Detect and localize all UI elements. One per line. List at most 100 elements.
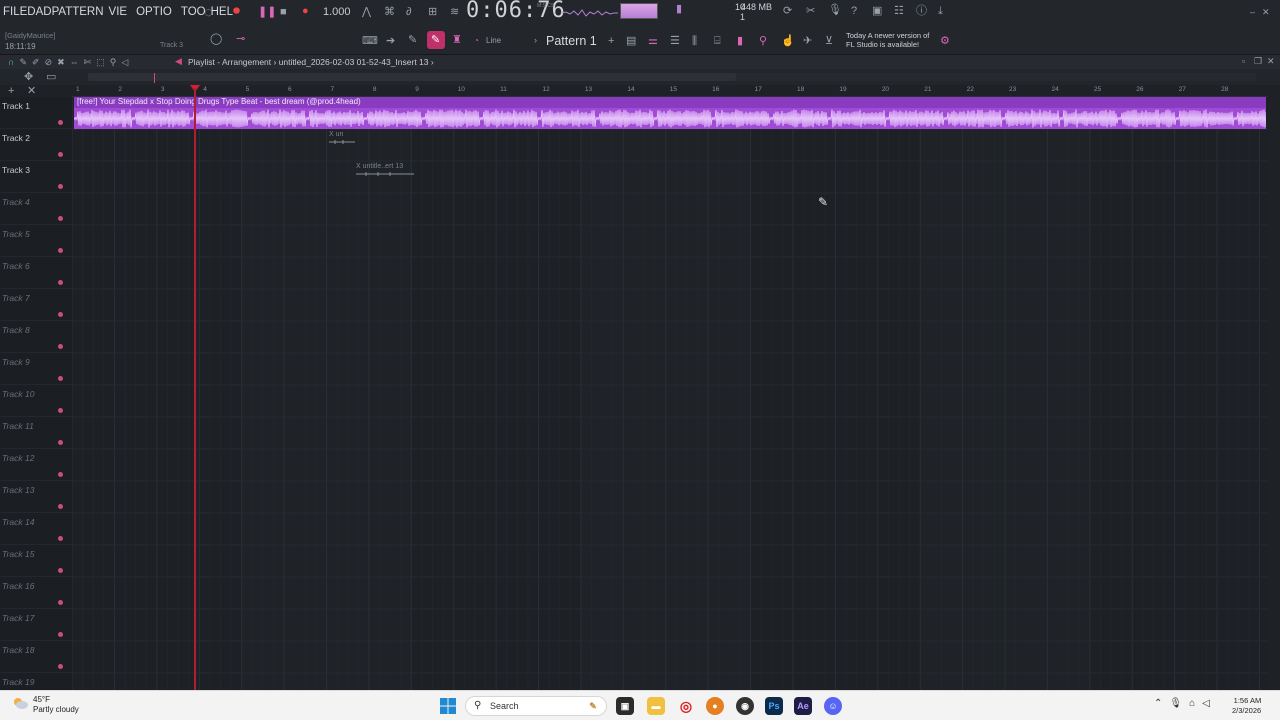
delete-tool-icon[interactable]: ⊘ (45, 57, 58, 67)
track-record-dot[interactable] (58, 440, 63, 445)
track-record-dot[interactable] (58, 376, 63, 381)
track-header[interactable]: Track 2 (0, 129, 72, 161)
task-view-icon[interactable]: ▣ (616, 697, 634, 715)
save-icon[interactable]: ▣ (872, 6, 882, 17)
blend-notes-icon[interactable]: ≋ (450, 7, 459, 18)
plugin-picker-icon[interactable]: ⚲ (759, 36, 767, 47)
select-tool-icon[interactable]: ⬚ (96, 57, 110, 67)
playlist-maximize-icon[interactable]: ▫ (1242, 57, 1245, 66)
mic-icon[interactable]: 🎙 (828, 5, 842, 16)
multilink-icon[interactable]: ✂ (806, 6, 815, 17)
clip-track-2[interactable]: X un (329, 131, 355, 148)
timeline-ruler[interactable]: 1 2 3 4 5 6 7 8 9 10 11 12 13 14 15 16 17 18 19 20 21 22 23 24 2… (72, 85, 1268, 97)
touch-icon[interactable]: ☝ (781, 36, 795, 47)
knob-icon[interactable]: ◯ (210, 34, 222, 45)
update-icon[interactable]: ⚙ (940, 36, 950, 47)
track-record-dot[interactable] (58, 120, 63, 125)
piano-roll-icon[interactable]: ☰ (670, 36, 680, 47)
photoshop-icon[interactable]: Ps (765, 697, 783, 715)
playback-tool-icon[interactable]: ◁ (121, 57, 133, 67)
tools-icon[interactable]: ✈ (803, 36, 812, 47)
news-panel[interactable]: Today A newer version of FL Studio is av… (846, 31, 929, 49)
track-header[interactable]: Track 11 (0, 417, 72, 449)
track-header[interactable]: Track 4 (0, 193, 72, 225)
track-header[interactable]: Track 15 (0, 545, 72, 577)
track-record-dot[interactable] (58, 504, 63, 509)
opera-icon[interactable]: ◎ (677, 697, 695, 715)
undo-history-icon[interactable]: ⟳ (783, 6, 792, 17)
track-record-dot[interactable] (58, 280, 63, 285)
track-header[interactable]: Track 14 (0, 513, 72, 545)
mixer-view-icon[interactable]: ⫼ (692, 36, 697, 47)
minimize-icon[interactable]: ‒ (1250, 8, 1255, 17)
track-record-dot[interactable] (58, 472, 63, 477)
snap-icon[interactable]: ◔ (474, 37, 479, 45)
loop-record-icon[interactable]: ⌘ (384, 7, 395, 18)
after-effects-icon[interactable]: Ae (794, 697, 812, 715)
mixer-icon[interactable]: ☷ (894, 6, 904, 17)
cart-icon[interactable]: ⊻ (825, 36, 833, 47)
scroll-thumb[interactable] (88, 73, 736, 81)
remove-track-icon[interactable]: ✕ (27, 86, 36, 97)
track-header[interactable]: Track 3 (0, 161, 72, 193)
vertical-zoom-icon[interactable]: ✥ (24, 72, 33, 83)
track-record-dot[interactable] (58, 632, 63, 637)
track-record-dot[interactable] (58, 568, 63, 573)
mic-tray-icon[interactable]: 🎙 (1169, 698, 1189, 709)
pattern-selector[interactable]: Pattern 1 (546, 34, 597, 48)
help-icon[interactable]: ? (851, 6, 857, 17)
plugin-icon[interactable]: ▮ (737, 36, 743, 47)
track-record-dot[interactable] (58, 408, 63, 413)
track-header[interactable]: Track 12 (0, 449, 72, 481)
track-header[interactable]: Track 7 (0, 289, 72, 321)
track-header[interactable]: Track 16 (0, 577, 72, 609)
pause-icon[interactable]: ❚❚ (258, 7, 276, 18)
track-record-dot[interactable] (58, 248, 63, 253)
weather-icon[interactable] (12, 696, 28, 710)
stop-icon[interactable]: ■ (280, 7, 287, 18)
track-header[interactable]: Track 18 (0, 641, 72, 673)
windows-start-icon[interactable] (440, 698, 456, 714)
track-header[interactable]: Track 6 (0, 257, 72, 289)
menu-add[interactable]: DAD (27, 6, 51, 18)
add-track-icon[interactable]: + (8, 86, 14, 97)
stamp-icon[interactable]: ♜ (452, 35, 462, 46)
network-icon[interactable]: ⌂ (1189, 698, 1202, 709)
track-record-dot[interactable] (58, 312, 63, 317)
vertical-scroll[interactable] (1268, 97, 1280, 690)
audio-clip-main[interactable]: [free!] Your Stepdad x Stop Doing Drugs … (74, 97, 1266, 129)
arrow-right-icon[interactable]: ➔ (386, 36, 395, 47)
menu-view[interactable]: VIE (109, 6, 128, 18)
menu-help[interactable]: HEL (211, 6, 233, 18)
info-icon[interactable]: ⓘ (916, 6, 927, 17)
weather-widget[interactable]: 45°F Partly cloudy (33, 695, 79, 715)
taskbar-clock[interactable]: 1:56 AM 2/3/2026 (1232, 696, 1261, 716)
menu-file[interactable]: FILE (3, 6, 27, 18)
track-header[interactable]: Track 13 (0, 481, 72, 513)
record-mode-icon[interactable]: ⏺ (233, 3, 240, 17)
pattern-prev-icon[interactable]: › (534, 36, 537, 45)
clip-track-3[interactable]: X untitle..ert 13 (356, 163, 414, 180)
playlist-restore-icon[interactable]: ❐ (1254, 57, 1262, 66)
mute-tool-icon[interactable]: ✖ (57, 57, 70, 67)
pencil-tool-icon[interactable]: ✎ (19, 57, 32, 67)
add-pattern-icon[interactable]: + (608, 36, 614, 47)
track-record-dot[interactable] (58, 152, 63, 157)
arrangement-grid[interactable] (72, 97, 1268, 690)
track-record-dot[interactable] (58, 600, 63, 605)
channel-rack-icon[interactable]: ⚌ (648, 36, 658, 47)
track-header[interactable]: Track 5 (0, 225, 72, 257)
snap-mode-select[interactable]: Line (486, 36, 501, 45)
track-header[interactable]: Track 1 (0, 97, 72, 129)
playlist-close-icon[interactable]: ✕ (1267, 57, 1275, 66)
file-explorer-icon[interactable]: ▬ (647, 697, 665, 715)
discord-icon[interactable]: ☺ (824, 697, 842, 715)
playlist-icon[interactable]: ▤ (626, 36, 636, 47)
zoom-tool-icon[interactable]: ⚲ (110, 57, 122, 67)
track-record-dot[interactable] (58, 344, 63, 349)
record-icon[interactable]: ● (302, 6, 309, 17)
tempo-display[interactable]: 1.000 (323, 6, 351, 18)
menu-tools[interactable]: TOO (181, 6, 206, 18)
slice-tool-icon[interactable]: ✄ (84, 57, 97, 67)
pitch-icon[interactable]: ⊸ (236, 34, 245, 45)
